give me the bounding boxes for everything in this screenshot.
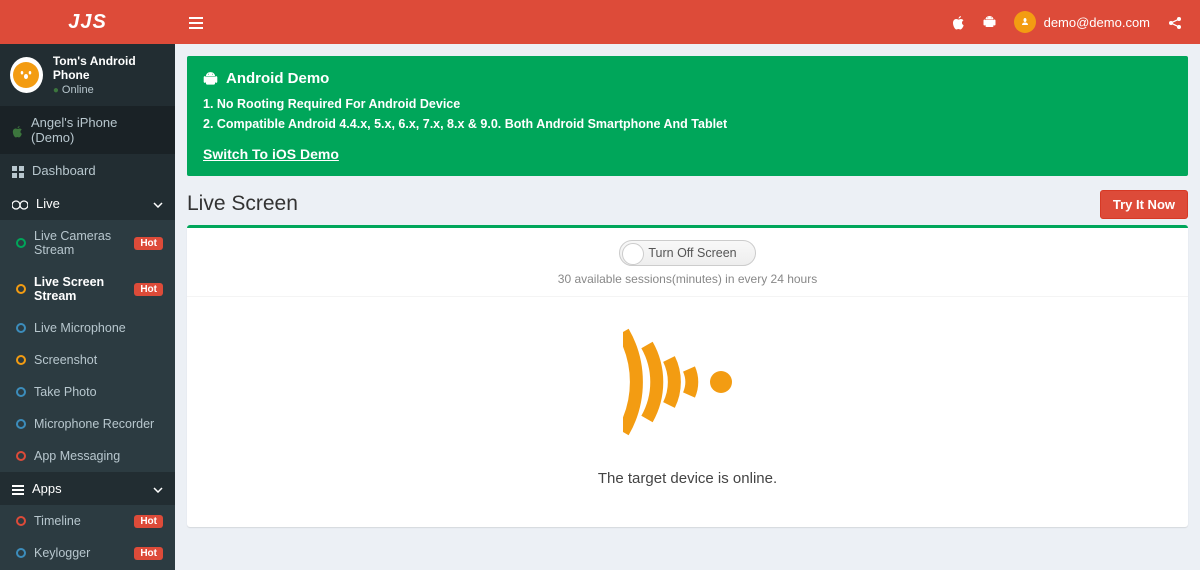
profile-status: ●Online	[53, 84, 165, 96]
sidebar-profile[interactable]: Tom's Android Phone ●Online	[0, 44, 175, 106]
sidebar-apps-label: Apps	[32, 481, 62, 496]
apple-icon[interactable]	[952, 14, 965, 31]
sidebar-dashboard-label: Dashboard	[32, 163, 96, 178]
sidebar-live-cameras[interactable]: Live Cameras StreamHot	[0, 220, 175, 266]
live-icon	[12, 196, 28, 211]
sidebar-app-messaging[interactable]: App Messaging	[0, 440, 175, 472]
chevron-down-icon	[153, 196, 163, 211]
sidebar-device-iphone[interactable]: Angel's iPhone (Demo)	[0, 106, 175, 154]
sidebar-live-label: Live	[36, 196, 60, 211]
bullet-icon	[16, 419, 26, 429]
live-screen-panel: Turn Off Screen 30 available sessions(mi…	[187, 225, 1188, 527]
sessions-info: 30 available sessions(minutes) in every …	[187, 272, 1188, 286]
user-email: demo@demo.com	[1044, 15, 1150, 30]
chevron-down-icon	[153, 481, 163, 496]
sidebar-timeline[interactable]: TimelineHot	[0, 505, 175, 537]
toggle-label: Turn Off Screen	[648, 246, 736, 260]
bullet-icon	[16, 284, 26, 294]
bullet-icon	[16, 323, 26, 333]
device-status-text: The target device is online.	[187, 470, 1188, 487]
hot-badge: Hot	[134, 283, 163, 296]
sidebar-screenshot[interactable]: Screenshot	[0, 344, 175, 376]
user-menu[interactable]: demo@demo.com	[1014, 11, 1150, 33]
avatar	[1014, 11, 1036, 33]
sidebar-live-screen[interactable]: Live Screen StreamHot	[0, 266, 175, 312]
sidebar: Tom's Android Phone ●Online Angel's iPho…	[0, 44, 175, 570]
try-it-now-button[interactable]: Try It Now	[1100, 190, 1188, 219]
demo-banner: Android Demo 1. No Rooting Required For …	[187, 56, 1188, 176]
logo[interactable]: JJS	[0, 11, 175, 34]
hot-badge: Hot	[134, 547, 163, 560]
sidebar-live-group[interactable]: Live	[0, 187, 175, 220]
sidebar-apps-group[interactable]: Apps	[0, 472, 175, 505]
main-content: Android Demo 1. No Rooting Required For …	[175, 44, 1200, 570]
wifi-signal-icon	[623, 327, 753, 440]
apps-icon	[12, 481, 24, 496]
bullet-icon	[16, 548, 26, 558]
bullet-icon	[16, 516, 26, 526]
screen-toggle[interactable]: Turn Off Screen	[619, 240, 755, 266]
sidebar-device-label: Angel's iPhone (Demo)	[31, 115, 163, 145]
android-icon	[203, 70, 218, 88]
profile-avatar	[10, 57, 43, 93]
bullet-icon	[16, 387, 26, 397]
banner-title-text: Android Demo	[226, 70, 329, 87]
sidebar-keylogger[interactable]: KeyloggerHot	[0, 537, 175, 569]
apple-icon	[12, 122, 23, 137]
sidebar-take-photo[interactable]: Take Photo	[0, 376, 175, 408]
page-header: Live Screen Try It Now	[175, 188, 1200, 225]
sidebar-mic-recorder[interactable]: Microphone Recorder	[0, 408, 175, 440]
dashboard-icon	[12, 163, 24, 178]
profile-name: Tom's Android Phone	[53, 54, 165, 82]
top-header: JJS demo@demo.com	[0, 0, 1200, 44]
sidebar-dashboard[interactable]: Dashboard	[0, 154, 175, 187]
sidebar-live-microphone[interactable]: Live Microphone	[0, 312, 175, 344]
sidebar-live-submenu: Live Cameras StreamHot Live Screen Strea…	[0, 220, 175, 472]
menu-toggle-icon[interactable]	[175, 14, 215, 30]
sidebar-apps-submenu: TimelineHot KeyloggerHot Install59 Activ…	[0, 505, 175, 570]
page-title: Live Screen	[187, 192, 298, 216]
banner-line-2: 2. Compatible Android 4.4.x, 5.x, 6.x, 7…	[203, 114, 1172, 134]
hot-badge: Hot	[134, 237, 163, 250]
android-icon[interactable]	[983, 14, 996, 31]
share-icon[interactable]	[1168, 14, 1182, 30]
bullet-icon	[16, 238, 26, 248]
bullet-icon	[16, 451, 26, 461]
hot-badge: Hot	[134, 515, 163, 528]
bullet-icon	[16, 355, 26, 365]
header-right: demo@demo.com	[952, 11, 1200, 33]
banner-line-1: 1. No Rooting Required For Android Devic…	[203, 94, 1172, 114]
switch-demo-link[interactable]: Switch To iOS Demo	[203, 146, 1172, 162]
